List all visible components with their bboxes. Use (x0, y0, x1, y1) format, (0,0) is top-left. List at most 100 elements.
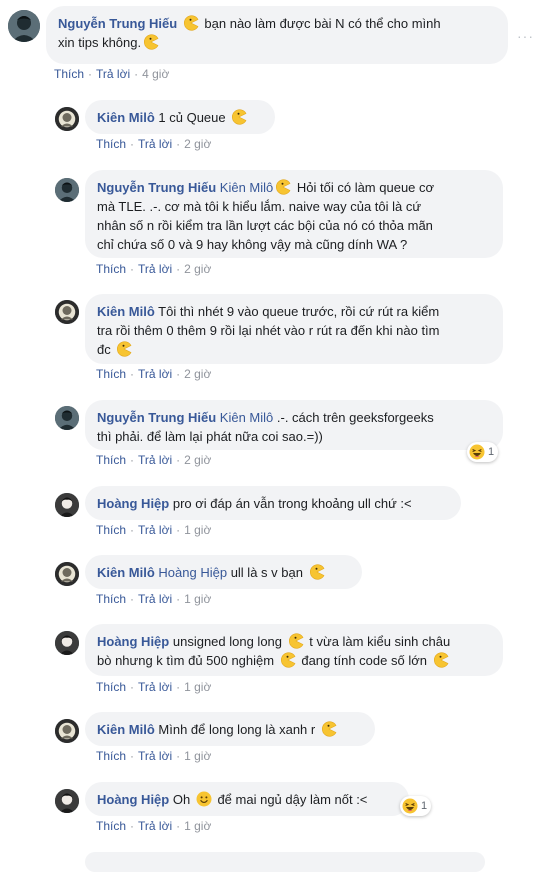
avatar[interactable] (55, 178, 79, 202)
avatar[interactable] (55, 719, 79, 743)
reply-link[interactable]: Trả lời (138, 262, 172, 276)
comment-bubble: Kiên Milô 1 củ Queue (85, 100, 275, 134)
like-link[interactable]: Thích (96, 453, 126, 467)
comment-time[interactable]: 4 giờ (142, 67, 169, 81)
like-link[interactable]: Thích (96, 523, 126, 537)
comment-author[interactable]: Kiên Milô (97, 565, 155, 580)
comment-time[interactable]: 1 giờ (184, 680, 211, 694)
comment-text: bò nhưng k tìm đủ 500 nghiệm (97, 653, 275, 668)
comment-bubble: Nguyễn Trung Hiếu Kiên Milô Hỏi tối có l… (85, 170, 503, 258)
reply-item: Nguyễn Trung Hiếu Kiên Milô Hỏi tối có l… (0, 168, 542, 284)
comment-actions: Thích · Trả lời · 2 giờ (96, 137, 212, 151)
comment-bubble: Kiên Milô Hoàng Hiệp ull là s v bạn (85, 555, 362, 589)
comment-text: mà TLE. .-. cơ mà tôi k hiểu lắm. naive … (97, 199, 422, 214)
reply-item: Hoàng Hiệp pro ơi đáp án vẫn trong khoản… (0, 484, 542, 544)
comment-time[interactable]: 1 giờ (184, 592, 211, 606)
comment-time[interactable]: 1 giờ (184, 523, 211, 537)
like-link[interactable]: Thích (96, 749, 126, 763)
avatar[interactable] (55, 631, 79, 655)
pacman-emoji-icon (231, 109, 247, 125)
comment-text: ull là s v bạn (230, 565, 303, 580)
comment-author[interactable]: Nguyễn Trung Hiếu (58, 16, 177, 31)
reply-link[interactable]: Trả lời (138, 680, 172, 694)
comment-time[interactable]: 1 giờ (184, 819, 211, 833)
reply-link[interactable]: Trả lời (96, 67, 130, 81)
comment-text: 1 củ Queue (158, 110, 226, 125)
comment-time[interactable]: 2 giờ (184, 262, 211, 276)
comment-text: Mình để long long là xanh r (158, 722, 316, 737)
reply-item: Nguyễn Trung Hiếu Kiên Milô .-. cách trê… (0, 398, 542, 474)
comment-author[interactable]: Kiên Milô (97, 722, 155, 737)
comment-text: unsigned long long (172, 634, 283, 649)
comment-author[interactable]: Hoàng Hiệp (97, 634, 169, 649)
like-link[interactable]: Thích (96, 137, 126, 151)
comment-author[interactable]: Kiên Milô (97, 110, 155, 125)
comment-text: pro ơi đáp án vẫn trong khoảng ull chứ :… (172, 496, 412, 511)
reply-link[interactable]: Trả lời (138, 523, 172, 537)
reply-item: Kiên Milô Mình để long long là xanh r Th… (0, 710, 542, 770)
comment-bubble: Nguyễn Trung Hiếu bạn nào làm được bài N… (46, 6, 508, 64)
reply-link[interactable]: Trả lời (138, 453, 172, 467)
avatar[interactable] (55, 789, 79, 813)
comment-text: tra rồi thêm 0 thêm 9 rồi lại nhét vào r… (97, 323, 440, 338)
pacman-emoji-icon (183, 15, 199, 31)
comment-actions: Thích · Trả lời · 2 giờ (96, 262, 212, 276)
reaction-badge[interactable]: 1 (400, 796, 432, 816)
mention-tag[interactable]: Kiên Milô (220, 180, 273, 195)
comment-bubble: Kiên Milô Tôi thì nhét 9 vào queue trước… (85, 294, 503, 364)
comment-time[interactable]: 1 giờ (184, 749, 211, 763)
reply-item: Hoàng Hiệp Oh để mai ngủ dậy làm nốt :< … (0, 780, 542, 842)
comment-bubble: Hoàng Hiệp Oh để mai ngủ dậy làm nốt :< (85, 782, 409, 816)
like-link[interactable]: Thích (96, 367, 126, 381)
comment-actions: Thích · Trả lời · 1 giờ (96, 749, 212, 763)
comment-actions: Thích · Trả lời · 2 giờ (96, 367, 212, 381)
comment-text: t vừa làm kiểu sinh châu (309, 634, 451, 649)
haha-reaction-icon (469, 444, 485, 460)
comment-author[interactable]: Kiên Milô (97, 304, 155, 319)
reply-link[interactable]: Trả lời (138, 749, 172, 763)
reaction-count: 1 (488, 446, 495, 458)
comment-text: bạn nào làm được bài N có thể cho mình (204, 16, 441, 31)
reply-item: Hoàng Hiệp unsigned long long t vừa làm … (0, 622, 542, 700)
reply-link[interactable]: Trả lời (138, 592, 172, 606)
like-link[interactable]: Thích (54, 67, 84, 81)
pacman-emoji-icon (280, 652, 296, 668)
like-link[interactable]: Thích (96, 262, 126, 276)
avatar[interactable] (55, 562, 79, 586)
like-link[interactable]: Thích (96, 592, 126, 606)
comment-actions: Thích · Trả lời · 1 giờ (96, 819, 212, 833)
comment-text: xin tips không. (58, 35, 142, 50)
like-link[interactable]: Thích (96, 680, 126, 694)
comment-bubble: Nguyễn Trung Hiếu Kiên Milô .-. cách trê… (85, 400, 503, 450)
comment-author[interactable]: Hoàng Hiệp (97, 496, 169, 511)
reply-link[interactable]: Trả lời (138, 137, 172, 151)
comment-text: đang tính code số lớn (301, 653, 427, 668)
reply-item: Kiên Milô Tôi thì nhét 9 vào queue trước… (0, 292, 542, 388)
comment-bubble: Hoàng Hiệp unsigned long long t vừa làm … (85, 624, 503, 676)
reply-item: Kiên Milô Hoàng Hiệp ull là s v bạn Thíc… (0, 553, 542, 613)
avatar[interactable] (55, 406, 79, 430)
avatar[interactable] (55, 493, 79, 517)
comment-time[interactable]: 2 giờ (184, 367, 211, 381)
mention-tag[interactable]: Hoàng Hiệp (158, 565, 227, 580)
comment-actions: Thích · Trả lời · 1 giờ (96, 523, 212, 537)
avatar[interactable] (55, 300, 79, 324)
comment-time[interactable]: 2 giờ (184, 137, 211, 151)
comment-bubble: Hoàng Hiệp pro ơi đáp án vẫn trong khoản… (85, 486, 461, 520)
mention-tag[interactable]: Kiên Milô (220, 410, 273, 425)
comment-text: để mai ngủ dậy làm nốt :< (217, 792, 368, 807)
avatar[interactable] (8, 10, 40, 42)
comment-time[interactable]: 2 giờ (184, 453, 211, 467)
comment-text: Tôi thì nhét 9 vào queue trước, rồi cứ r… (158, 304, 440, 319)
reply-link[interactable]: Trả lời (138, 367, 172, 381)
avatar[interactable] (55, 107, 79, 131)
comment-text: Hỏi tối có làm queue cơ (296, 180, 435, 195)
comment-author[interactable]: Nguyễn Trung Hiếu (97, 410, 216, 425)
reaction-badge[interactable]: 1 (467, 442, 499, 462)
comment-author[interactable]: Hoàng Hiệp (97, 792, 169, 807)
like-link[interactable]: Thích (96, 819, 126, 833)
pacman-emoji-icon (288, 633, 304, 649)
more-options-icon[interactable]: ··· (517, 28, 534, 44)
reply-link[interactable]: Trả lời (138, 819, 172, 833)
comment-author[interactable]: Nguyễn Trung Hiếu (97, 180, 216, 195)
